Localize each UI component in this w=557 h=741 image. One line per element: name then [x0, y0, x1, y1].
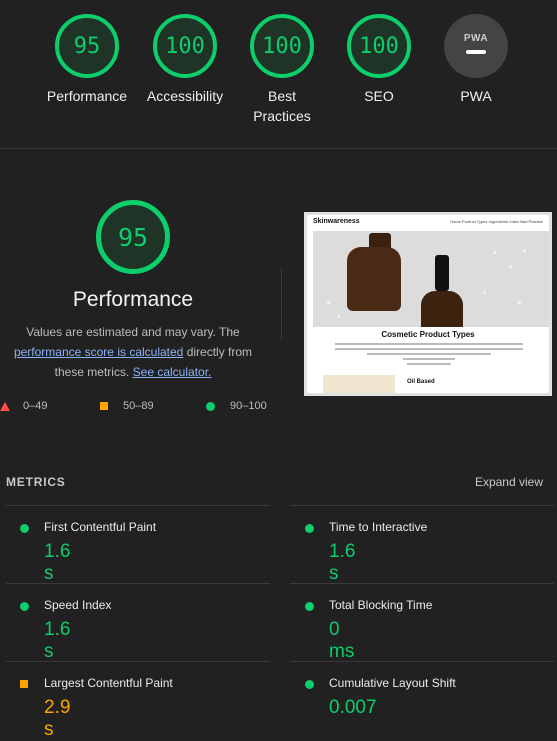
- small-bottle-image: [421, 291, 463, 327]
- metric-value: 2.9 s: [44, 697, 71, 740]
- performance-title: Performance: [72, 288, 194, 311]
- section-divider: [0, 148, 557, 149]
- pwa-badge-text: PWA: [463, 32, 489, 44]
- gauge-best-practices-score: 100: [250, 14, 314, 78]
- performance-description: Values are estimated and may vary. The p…: [0, 322, 266, 382]
- legend-pass-range: 90–100: [230, 400, 267, 412]
- metric-value: 1.6 s: [44, 541, 71, 584]
- average-square-icon: [100, 402, 108, 410]
- gauge-best-practices[interactable]: 100 Best Practices: [240, 14, 324, 126]
- speck-decoration: [337, 315, 340, 318]
- screenshot-hero-image: [313, 231, 549, 327]
- metric-label: First Contentful Paint: [44, 520, 157, 534]
- screenshot-brand: Skinwareness: [313, 218, 360, 225]
- gauge-accessibility[interactable]: 100 Accessibility: [138, 14, 232, 106]
- screenshot-product-image: [323, 375, 395, 393]
- speck-decoration: [509, 265, 512, 268]
- gauge-best-practices-label: Best Practices: [253, 88, 311, 124]
- screenshot-subheading: Oil Based: [407, 379, 435, 385]
- metric-label: Time to Interactive: [329, 520, 428, 534]
- metric-label: Largest Contentful Paint: [44, 676, 173, 690]
- metric-value: 1.6 s: [329, 541, 356, 584]
- metric-label: Total Blocking Time: [329, 598, 433, 612]
- screenshot-nav-links: Home Product Types Ingredients Index Bad…: [450, 219, 543, 224]
- gauge-accessibility-label: Accessibility: [146, 88, 224, 104]
- legend-average-range: 50–89: [123, 400, 154, 412]
- gauge-pwa[interactable]: PWA PWA: [429, 14, 523, 106]
- see-calculator-link[interactable]: See calculator.: [133, 365, 212, 379]
- expand-view-toggle[interactable]: Expand view: [475, 475, 543, 489]
- speck-decoration: [483, 291, 486, 294]
- metric-label: Speed Index: [44, 598, 112, 612]
- speck-decoration: [518, 301, 521, 304]
- screenshot-text-line: [403, 358, 455, 360]
- gauge-performance[interactable]: 95 Performance: [40, 14, 134, 106]
- dropper-image: [435, 255, 449, 291]
- pass-circle-icon: [20, 602, 29, 611]
- speck-decoration: [327, 301, 330, 304]
- pass-circle-icon: [305, 602, 314, 611]
- bottle-image: [347, 247, 401, 311]
- vertical-divider: [281, 268, 282, 340]
- legend-fail-range: 0–49: [23, 400, 48, 412]
- gauge-accessibility-score: 100: [153, 14, 217, 78]
- screenshot-text-line: [335, 343, 523, 345]
- pwa-badge-icon: PWA: [444, 14, 508, 78]
- pass-circle-icon: [206, 401, 215, 411]
- score-calculated-link[interactable]: performance score is calculated: [14, 345, 183, 359]
- metric-label: Cumulative Layout Shift: [329, 676, 456, 690]
- screenshot-text-line: [367, 353, 491, 355]
- pass-circle-icon: [305, 524, 314, 533]
- screenshot-navbar: Skinwareness Home Product Types Ingredie…: [307, 215, 549, 229]
- pass-circle-icon: [20, 524, 29, 533]
- metrics-heading: METRICS: [6, 475, 66, 489]
- gauge-seo[interactable]: 100 SEO: [332, 14, 426, 106]
- final-screenshot[interactable]: Skinwareness Home Product Types Ingredie…: [304, 212, 552, 396]
- desc-text-1: Values are estimated and may vary. The: [26, 325, 240, 339]
- gauge-performance-score: 95: [55, 14, 119, 78]
- average-square-icon: [20, 680, 28, 688]
- fail-triangle-icon: [0, 401, 10, 411]
- screenshot-heading: Cosmetic Product Types: [381, 330, 475, 339]
- metric-value: 0 ms: [329, 619, 355, 662]
- gauge-seo-label: SEO: [364, 88, 394, 104]
- legend-pass: 90–100: [206, 400, 267, 412]
- gauge-seo-score: 100: [347, 14, 411, 78]
- screenshot-text-line: [407, 363, 451, 365]
- legend-average: 50–89: [100, 400, 154, 412]
- speck-decoration: [493, 251, 496, 254]
- speck-decoration: [523, 249, 526, 252]
- metric-value: 1.6 s: [44, 619, 71, 662]
- pass-circle-icon: [305, 680, 314, 689]
- gauge-pwa-label: PWA: [460, 88, 492, 104]
- metrics-divider: [290, 505, 554, 506]
- gauge-performance-label: Performance: [46, 88, 128, 104]
- desc-text-2: directly from: [186, 345, 253, 359]
- legend-fail: 0–49: [0, 400, 47, 412]
- metric-value: 0.007: [329, 697, 377, 718]
- metrics-divider: [6, 505, 270, 506]
- screenshot-text-line: [335, 348, 523, 350]
- pwa-dash-icon: [466, 49, 486, 54]
- desc-text-3: these metrics.: [54, 365, 130, 379]
- performance-score-gauge: 95: [96, 200, 170, 274]
